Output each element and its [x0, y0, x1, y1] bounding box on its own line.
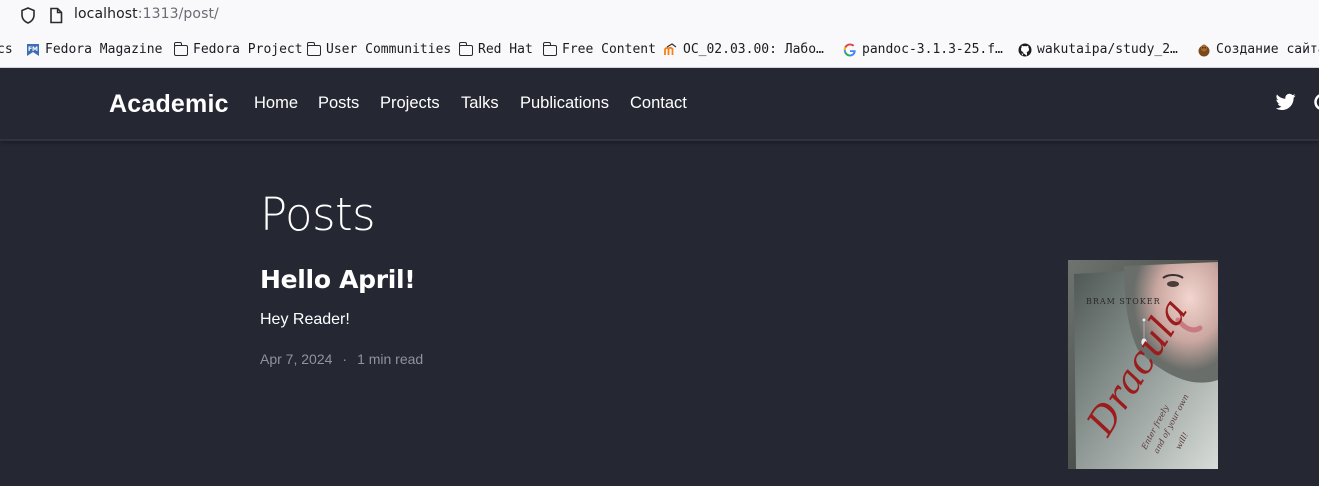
meta-separator: ·: [342, 351, 348, 367]
bookmarks-bar: cs FM Fedora Magazine Fedora Project Use…: [0, 32, 1319, 68]
fedora-magazine-icon: FM: [27, 43, 39, 56]
hugo-icon: [1198, 44, 1210, 56]
site-navbar: Academic Home Posts Projects Talks Publi…: [0, 68, 1319, 141]
post-summary: Hey Reader!: [260, 311, 350, 328]
reading-time: 1 min read: [357, 351, 424, 367]
nav-contact[interactable]: Contact: [630, 94, 687, 113]
bookmark-fedora-magazine[interactable]: FM Fedora Magazine: [26, 42, 162, 57]
post-thumbnail[interactable]: BRAM STOKER Dracula Enter freely and of …: [1068, 260, 1218, 469]
folder-icon: [307, 41, 321, 56]
svg-text:FM: FM: [28, 46, 38, 53]
bookmark-truncated[interactable]: cs: [0, 42, 13, 57]
post-date: Apr 7, 2024: [260, 351, 333, 367]
address-bar[interactable]: localhost:1313/post/: [74, 6, 219, 22]
url-path: :1313/post/: [137, 6, 219, 22]
twitter-icon[interactable]: [1276, 93, 1296, 111]
github-icon: [1018, 43, 1032, 56]
shield-icon[interactable]: [20, 7, 36, 24]
site-brand[interactable]: Academic: [109, 90, 229, 119]
bookmark-free-content[interactable]: Free Content: [543, 41, 656, 57]
nav-posts[interactable]: Posts: [318, 94, 359, 113]
bookmark-fedora-project[interactable]: Fedora Project: [174, 41, 303, 57]
page-info-icon[interactable]: [49, 7, 63, 24]
url-host: localhost: [74, 6, 138, 22]
nav-home[interactable]: Home: [254, 94, 298, 113]
bookmark-red-hat[interactable]: Red Hat: [459, 41, 533, 57]
bookmark-pandoc[interactable]: pandoc-3.1.3-25.f…: [843, 42, 1003, 57]
folder-icon: [543, 41, 557, 56]
moodle-icon: [664, 42, 677, 55]
bookmark-user-communities[interactable]: User Communities: [307, 41, 451, 57]
post-meta: Apr 7, 2024 · 1 min read: [260, 351, 423, 367]
google-icon: [843, 43, 856, 56]
nav-talks[interactable]: Talks: [461, 94, 499, 113]
social-icon[interactable]: [1313, 93, 1319, 111]
browser-url-bar[interactable]: localhost:1313/post/: [0, 0, 1319, 32]
page-title: Posts: [260, 188, 376, 241]
bookmark-hugo-site[interactable]: Создание сайта: [1197, 42, 1319, 57]
bookmark-moodle-lab[interactable]: OC_02.03.00: Лабо…: [664, 42, 824, 57]
folder-icon: [174, 41, 188, 56]
nav-publications[interactable]: Publications: [520, 94, 609, 113]
post-title-link[interactable]: Hello April!: [260, 265, 416, 294]
bookmark-github-study[interactable]: wakutaipa/study_2…: [1018, 42, 1178, 57]
folder-icon: [459, 41, 473, 56]
dracula-book-cover-image: BRAM STOKER Dracula Enter freely and of …: [1068, 260, 1218, 469]
nav-projects[interactable]: Projects: [380, 94, 440, 113]
